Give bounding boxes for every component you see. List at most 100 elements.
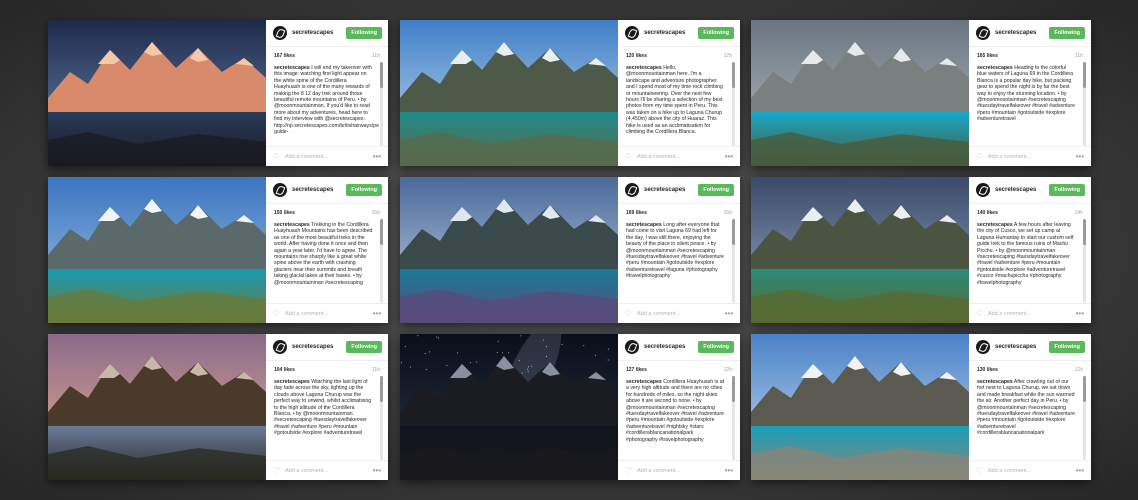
caption-username[interactable]: secretescapes (626, 65, 662, 71)
heart-icon[interactable]: ♡ (976, 152, 984, 161)
scrollbar-thumb[interactable] (1083, 62, 1086, 88)
comment-input[interactable]: Add a comment... (988, 154, 1076, 160)
username[interactable]: secretescapes (644, 30, 698, 36)
caption-username[interactable]: secretescapes (977, 379, 1013, 385)
username[interactable]: secretescapes (644, 187, 698, 193)
heart-icon[interactable]: ♡ (625, 466, 633, 475)
more-options-icon[interactable]: ••• (373, 152, 381, 161)
likes-count[interactable]: 167 likes (274, 53, 295, 59)
following-button[interactable]: Following (1049, 27, 1085, 39)
following-button[interactable]: Following (698, 184, 734, 196)
heart-icon[interactable]: ♡ (273, 152, 281, 161)
heart-icon[interactable]: ♡ (976, 309, 984, 318)
avatar[interactable] (273, 340, 287, 354)
caption-scrollbar[interactable] (1083, 62, 1086, 146)
comment-input[interactable]: Add a comment... (637, 154, 725, 160)
username[interactable]: secretescapes (995, 187, 1049, 193)
username[interactable]: secretescapes (292, 187, 346, 193)
avatar[interactable] (976, 183, 990, 197)
heart-icon[interactable]: ♡ (625, 152, 633, 161)
likes-count[interactable]: 169 likes (626, 210, 647, 216)
username[interactable]: secretescapes (644, 344, 698, 350)
caption-scrollbar[interactable] (380, 62, 383, 146)
username[interactable]: secretescapes (995, 30, 1049, 36)
heart-icon[interactable]: ♡ (273, 466, 281, 475)
heart-icon[interactable]: ♡ (273, 309, 281, 318)
scrollbar-thumb[interactable] (732, 219, 735, 245)
caption-scrollbar[interactable] (380, 219, 383, 303)
caption-scrollbar[interactable] (1083, 219, 1086, 303)
comment-input[interactable]: Add a comment... (285, 154, 373, 160)
more-options-icon[interactable]: ••• (725, 466, 733, 475)
avatar[interactable] (625, 183, 639, 197)
likes-count[interactable]: 165 likes (977, 53, 998, 59)
caption-username[interactable]: secretescapes (274, 222, 310, 228)
post-photo[interactable] (48, 177, 266, 323)
caption-username[interactable]: secretescapes (977, 65, 1013, 71)
caption-scrollbar[interactable] (1083, 376, 1086, 460)
scrollbar-thumb[interactable] (380, 62, 383, 88)
likes-count[interactable]: 140 likes (977, 210, 998, 216)
more-options-icon[interactable]: ••• (1076, 152, 1084, 161)
more-options-icon[interactable]: ••• (373, 466, 381, 475)
following-button[interactable]: Following (1049, 341, 1085, 353)
comment-input[interactable]: Add a comment... (637, 468, 725, 474)
following-button[interactable]: Following (346, 341, 382, 353)
likes-count[interactable]: 130 likes (977, 367, 998, 373)
avatar[interactable] (273, 183, 287, 197)
caption-username[interactable]: secretescapes (274, 379, 310, 385)
username[interactable]: secretescapes (292, 30, 346, 36)
following-button[interactable]: Following (698, 341, 734, 353)
post-photo[interactable] (48, 20, 266, 166)
post-photo[interactable] (400, 20, 618, 166)
scrollbar-thumb[interactable] (380, 376, 383, 402)
caption-scrollbar[interactable] (732, 219, 735, 303)
caption-username[interactable]: secretescapes (977, 222, 1013, 228)
username[interactable]: secretescapes (292, 344, 346, 350)
heart-icon[interactable]: ♡ (976, 466, 984, 475)
likes-count[interactable]: 120 likes (626, 53, 647, 59)
more-options-icon[interactable]: ••• (1076, 309, 1084, 318)
more-options-icon[interactable]: ••• (1076, 466, 1084, 475)
likes-count[interactable]: 127 likes (626, 367, 647, 373)
comment-input[interactable]: Add a comment... (988, 311, 1076, 317)
scrollbar-thumb[interactable] (732, 376, 735, 402)
comment-input[interactable]: Add a comment... (285, 468, 373, 474)
caption-text: A few hours after leaving the city of Cu… (977, 222, 1074, 286)
likes-count[interactable]: 104 likes (274, 367, 295, 373)
scrollbar-thumb[interactable] (380, 219, 383, 245)
heart-icon[interactable]: ♡ (625, 309, 633, 318)
caption-username[interactable]: secretescapes (274, 65, 310, 71)
avatar[interactable] (625, 26, 639, 40)
scrollbar-thumb[interactable] (732, 62, 735, 88)
post-photo[interactable] (751, 177, 969, 323)
caption-scrollbar[interactable] (732, 376, 735, 460)
following-button[interactable]: Following (346, 27, 382, 39)
caption-scrollbar[interactable] (380, 376, 383, 460)
more-options-icon[interactable]: ••• (373, 309, 381, 318)
post-photo[interactable] (400, 177, 618, 323)
likes-count[interactable]: 150 likes (274, 210, 295, 216)
avatar[interactable] (976, 340, 990, 354)
caption-username[interactable]: secretescapes (626, 222, 662, 228)
avatar[interactable] (625, 340, 639, 354)
username[interactable]: secretescapes (995, 344, 1049, 350)
comment-input[interactable]: Add a comment... (988, 468, 1076, 474)
avatar[interactable] (976, 26, 990, 40)
post-photo[interactable] (751, 20, 969, 166)
following-button[interactable]: Following (1049, 184, 1085, 196)
following-button[interactable]: Following (346, 184, 382, 196)
scrollbar-thumb[interactable] (1083, 219, 1086, 245)
scrollbar-thumb[interactable] (1083, 376, 1086, 402)
more-options-icon[interactable]: ••• (725, 152, 733, 161)
comment-input[interactable]: Add a comment... (285, 311, 373, 317)
caption-username[interactable]: secretescapes (626, 379, 662, 385)
comment-input[interactable]: Add a comment... (637, 311, 725, 317)
post-photo[interactable] (751, 334, 969, 480)
more-options-icon[interactable]: ••• (725, 309, 733, 318)
post-photo[interactable] (48, 334, 266, 480)
caption-scrollbar[interactable] (732, 62, 735, 146)
post-photo[interactable] (400, 334, 618, 480)
avatar[interactable] (273, 26, 287, 40)
following-button[interactable]: Following (698, 27, 734, 39)
